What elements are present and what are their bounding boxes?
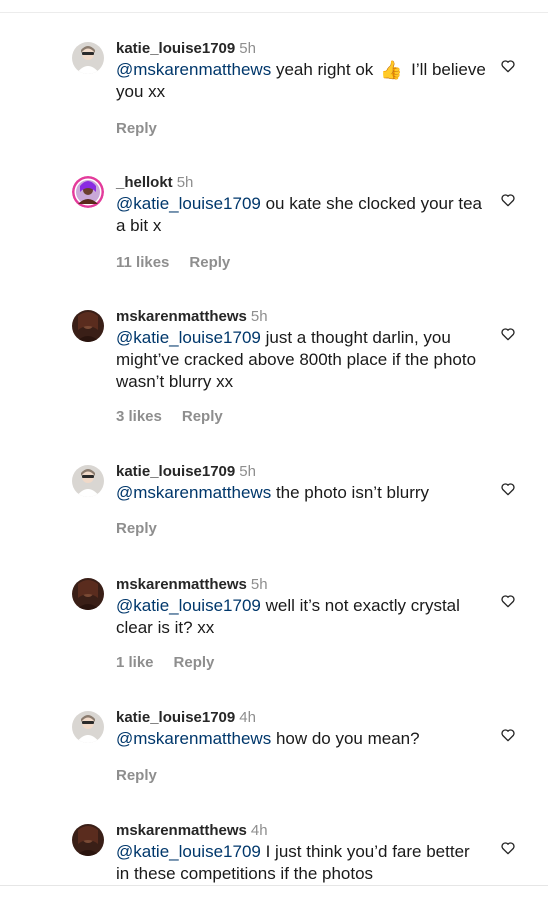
mention-link[interactable]: @katie_louise1709 bbox=[116, 596, 261, 615]
heart-outline-icon[interactable] bbox=[500, 192, 516, 208]
timestamp: 5h bbox=[176, 174, 194, 191]
avatar-hellokt-image bbox=[72, 176, 104, 208]
comment-meta: katie_louise1709 5h bbox=[116, 40, 256, 58]
reply-button[interactable]: Reply bbox=[182, 408, 223, 425]
comment-text: @katie_louise1709 well it’s not exactly … bbox=[116, 595, 486, 639]
comment-text: @mskarenmatthews how do you mean? bbox=[116, 728, 486, 750]
timestamp: 5h bbox=[239, 463, 256, 480]
top-divider bbox=[0, 12, 548, 13]
comment-meta: mskarenmatthews 5h bbox=[116, 576, 268, 594]
avatar[interactable] bbox=[72, 176, 104, 208]
mention-link[interactable]: @mskarenmatthews bbox=[116, 483, 271, 502]
mention-link[interactable]: @mskarenmatthews bbox=[116, 60, 271, 79]
avatar-katie-image bbox=[72, 42, 104, 74]
timestamp: 5h bbox=[250, 576, 268, 593]
username[interactable]: mskarenmatthews bbox=[116, 576, 247, 593]
username[interactable]: katie_louise1709 bbox=[116, 40, 235, 57]
reply-button[interactable]: Reply bbox=[116, 767, 157, 784]
avatar-karen-image bbox=[72, 578, 104, 610]
comment-meta: mskarenmatthews 5h bbox=[116, 308, 268, 326]
comment-meta: mskarenmatthews 4h bbox=[116, 822, 268, 840]
reply-button[interactable]: Reply bbox=[189, 254, 230, 271]
comment-body: yeah right ok bbox=[275, 60, 374, 79]
heart-outline-icon[interactable] bbox=[500, 58, 516, 74]
comment-meta: katie_louise1709 4h bbox=[116, 709, 256, 727]
timestamp: 4h bbox=[239, 709, 256, 726]
likes-count[interactable]: 3 likes bbox=[116, 408, 162, 425]
username[interactable]: mskarenmatthews bbox=[116, 308, 247, 325]
username[interactable]: mskarenmatthews bbox=[116, 822, 247, 839]
heart-outline-icon[interactable] bbox=[500, 481, 516, 497]
reply-button[interactable]: Reply bbox=[116, 520, 157, 537]
comment-meta: _hellokt 5h bbox=[116, 174, 193, 192]
timestamp: 5h bbox=[250, 308, 268, 325]
comment-actions: Reply bbox=[116, 767, 157, 785]
heart-outline-icon[interactable] bbox=[500, 840, 516, 856]
username[interactable]: _hellokt bbox=[116, 174, 173, 191]
comment-text: @katie_louise1709 ou kate she clocked yo… bbox=[116, 193, 486, 237]
avatar-katie-image bbox=[72, 711, 104, 743]
reply-button[interactable]: Reply bbox=[116, 120, 157, 137]
avatar-karen-image bbox=[72, 310, 104, 342]
comment-meta: katie_louise1709 5h bbox=[116, 463, 256, 481]
username[interactable]: katie_louise1709 bbox=[116, 463, 235, 480]
comment-actions: 3 likes Reply bbox=[116, 408, 223, 426]
thumbs-up-emoji: 👍 bbox=[380, 60, 403, 80]
username[interactable]: katie_louise1709 bbox=[116, 709, 235, 726]
likes-count[interactable]: 11 likes bbox=[116, 254, 169, 271]
avatar[interactable] bbox=[72, 310, 104, 342]
comment-item: mskarenmatthews 4h @katie_louise1709 I ju… bbox=[0, 822, 548, 885]
comment-actions: 11 likes Reply bbox=[116, 254, 230, 272]
avatar[interactable] bbox=[72, 465, 104, 497]
comment-actions: Reply bbox=[116, 520, 157, 538]
mention-link[interactable]: @mskarenmatthews bbox=[116, 729, 271, 748]
avatar[interactable] bbox=[72, 824, 104, 856]
avatar-karen-image bbox=[72, 824, 104, 856]
avatar-katie-image bbox=[72, 465, 104, 497]
comment-text: @katie_louise1709 just a thought darlin,… bbox=[116, 327, 486, 393]
avatar[interactable] bbox=[72, 711, 104, 743]
timestamp: 5h bbox=[239, 40, 256, 57]
avatar[interactable] bbox=[72, 578, 104, 610]
heart-outline-icon[interactable] bbox=[500, 326, 516, 342]
comment-actions: 1 like Reply bbox=[116, 654, 214, 672]
mention-link[interactable]: @katie_louise1709 bbox=[116, 194, 261, 213]
bottom-divider bbox=[0, 885, 548, 886]
timestamp: 4h bbox=[250, 822, 268, 839]
avatar[interactable] bbox=[72, 42, 104, 74]
heart-outline-icon[interactable] bbox=[500, 727, 516, 743]
comment-actions: Reply bbox=[116, 120, 157, 138]
comment-text: @mskarenmatthews the photo isn’t blurry bbox=[116, 482, 486, 504]
comment-text: @katie_louise1709 I just think you’d far… bbox=[116, 841, 486, 885]
heart-outline-icon[interactable] bbox=[500, 593, 516, 609]
likes-count[interactable]: 1 like bbox=[116, 654, 154, 671]
comment-body: how do you mean? bbox=[275, 729, 420, 748]
comment-body: the photo isn’t blurry bbox=[275, 483, 430, 502]
mention-link[interactable]: @katie_louise1709 bbox=[116, 328, 261, 347]
comment-text: @mskarenmatthews yeah right ok 👍 I’ll be… bbox=[116, 59, 486, 103]
reply-button[interactable]: Reply bbox=[174, 654, 215, 671]
mention-link[interactable]: @katie_louise1709 bbox=[116, 842, 261, 861]
